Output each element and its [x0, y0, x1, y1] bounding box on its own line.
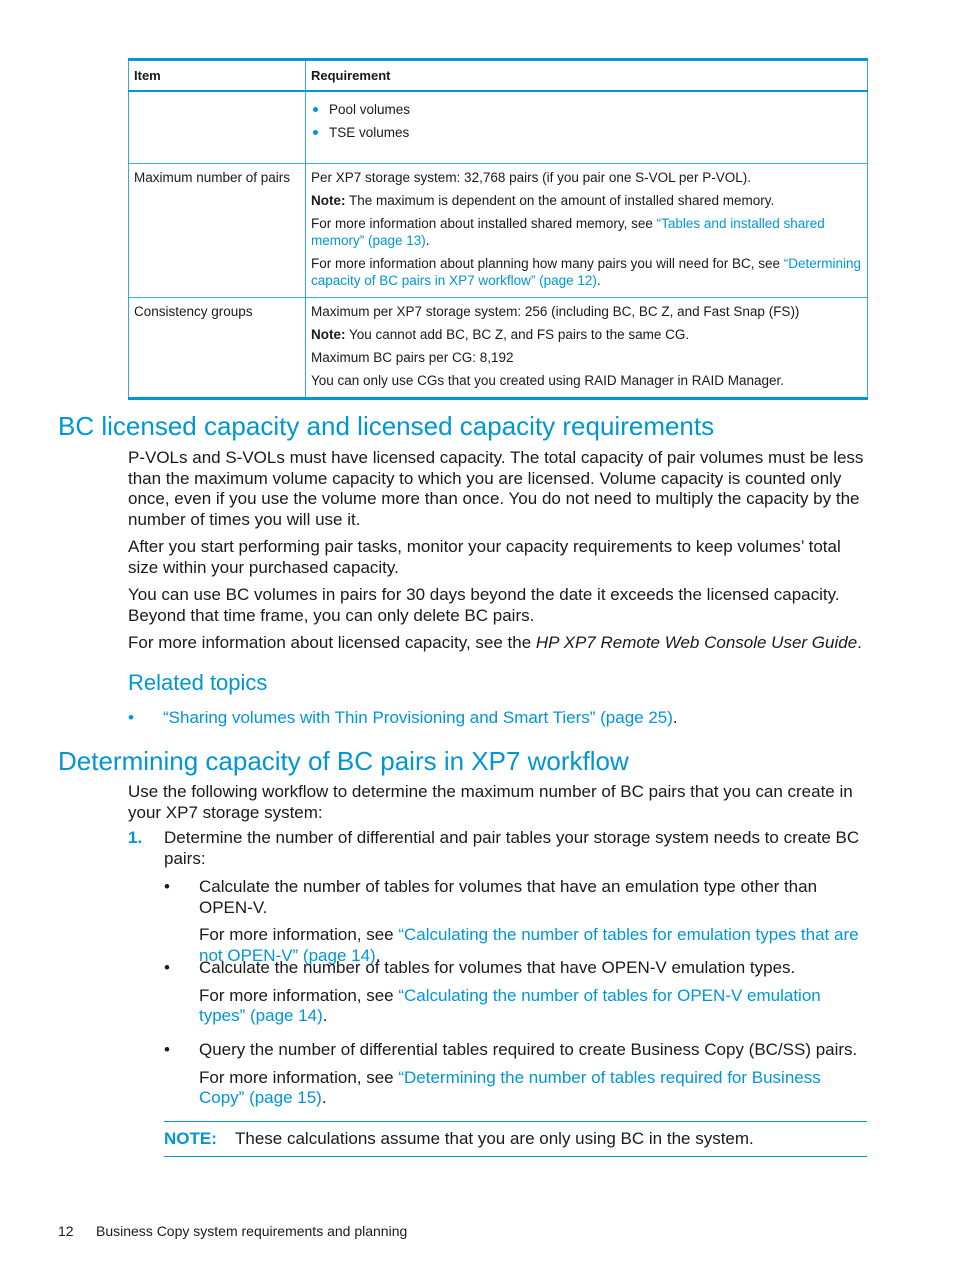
bullet-icon: •: [164, 1040, 170, 1059]
requirement-text: Per XP7 storage system: 32,768 pairs (if…: [311, 170, 751, 185]
substep-text: Query the number of differential tables …: [199, 1040, 858, 1059]
bullet-icon: •: [128, 708, 134, 727]
section-heading-capacity-workflow: Determining capacity of BC pairs in XP7 …: [58, 746, 629, 776]
bullet-icon: •: [164, 877, 170, 896]
list-item: Pool volumes: [311, 101, 862, 118]
requirement-cell: Maximum per XP7 storage system: 256 (inc…: [305, 297, 868, 400]
requirement-text: Maximum per XP7 storage system: 256 (inc…: [311, 304, 800, 319]
paragraph: For more information about licensed capa…: [128, 633, 862, 652]
note-label: NOTE:: [164, 1129, 217, 1148]
note-text: Note: The maximum is dependent on the am…: [311, 193, 775, 208]
paragraph: P-VOLs and S-VOLs must have licensed cap…: [128, 448, 864, 529]
bullet-icon: •: [164, 958, 170, 977]
paragraph: Use the following workflow to determine …: [128, 782, 853, 822]
more-info-text: For more information about planning how …: [311, 256, 862, 288]
substep-text: Calculate the number of tables for volum…: [199, 958, 796, 977]
section-heading-licensed-capacity: BC licensed capacity and licensed capaci…: [58, 411, 715, 441]
item-cell: Maximum number of pairs: [128, 163, 306, 298]
volume-type-list: Pool volumes TSE volumes: [311, 101, 862, 141]
bullet-icon: [313, 107, 318, 112]
table-row: Pool volumes TSE volumes: [128, 90, 868, 164]
guide-title: HP XP7 Remote Web Console User Guide: [535, 633, 858, 652]
list-item: TSE volumes: [311, 124, 862, 141]
paragraph: After you start performing pair tasks, m…: [128, 537, 841, 577]
note-text: Note: You cannot add BC, BC Z, and FS pa…: [311, 327, 690, 342]
item-cell: [128, 90, 306, 164]
note-text: These calculations assume that you are o…: [235, 1129, 754, 1148]
step-number: 1.: [128, 828, 143, 847]
requirement-cell: Per XP7 storage system: 32,768 pairs (if…: [305, 163, 868, 298]
workflow-intro: Use the following workflow to determine …: [128, 782, 870, 830]
requirement-cell: Pool volumes TSE volumes: [305, 90, 868, 164]
more-info-text: For more information about installed sha…: [311, 216, 825, 248]
header-item: Item: [128, 59, 306, 92]
item-cell: Consistency groups: [128, 297, 306, 400]
more-info-text: For more information, see “Calculating t…: [199, 985, 821, 1026]
page-number: 12: [58, 1223, 74, 1239]
header-requirement: Requirement: [305, 59, 868, 92]
licensed-capacity-body: P-VOLs and S-VOLs must have licensed cap…: [128, 448, 870, 661]
requirements-table: Item Requirement Pool volumes TSE volume…: [128, 58, 868, 400]
more-info-text: For more information, see “Determining t…: [199, 1067, 821, 1108]
sharing-volumes-link[interactable]: “Sharing volumes with Thin Provisioning …: [163, 708, 673, 727]
chapter-title: Business Copy system requirements and pl…: [96, 1223, 408, 1239]
bullet-icon: [313, 130, 318, 135]
step-text: Determine the number of differential and…: [164, 828, 860, 868]
related-topics-heading: Related topics: [128, 670, 268, 695]
requirement-text: Maximum BC pairs per CG: 8,192: [311, 350, 514, 365]
note-box: NOTE: These calculations assume that you…: [164, 1121, 867, 1157]
table-row: Maximum number of pairs Per XP7 storage …: [128, 163, 868, 298]
substep-text: Calculate the number of tables for volum…: [199, 877, 818, 917]
requirement-text: You can only use CGs that you created us…: [311, 373, 785, 388]
table-row: Consistency groups Maximum per XP7 stora…: [128, 297, 868, 400]
table-header-row: Item Requirement: [128, 59, 868, 92]
paragraph: You can use BC volumes in pairs for 30 d…: [128, 585, 840, 625]
